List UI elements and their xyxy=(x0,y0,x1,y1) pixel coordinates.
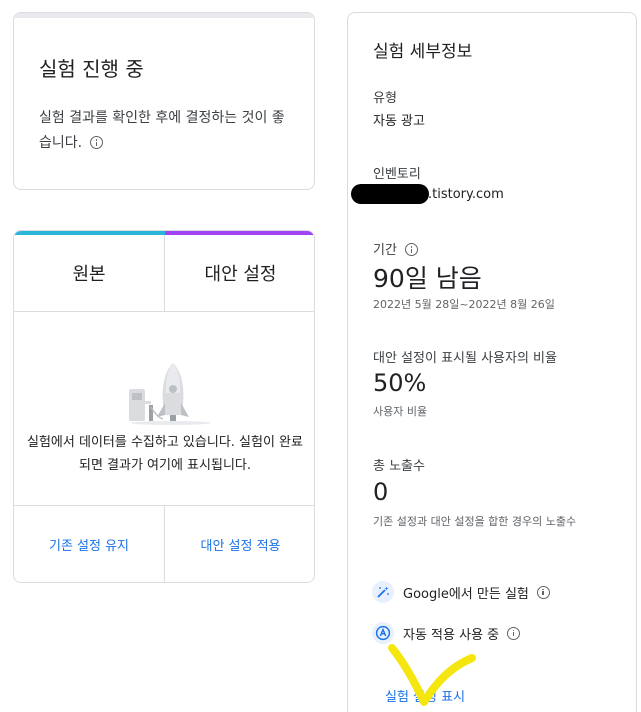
impressions-value: 0 xyxy=(373,478,389,506)
auto-apply-text: 자동 적용 사용 중 xyxy=(403,627,500,643)
ratio-label: 대안 설정이 표시될 사용자의 비율 xyxy=(373,351,557,366)
status-description: 실험 결과를 확인한 후에 결정하는 것이 좋습니다. xyxy=(39,106,289,156)
rocket-launch-illustration xyxy=(129,363,211,425)
collecting-data-message: 실험에서 데이터를 수집하고 있습니다. 실험이 완료되면 결과가 여기에 표시… xyxy=(27,435,303,473)
status-card-top-bar xyxy=(14,13,314,18)
apply-alternative-button[interactable]: 대안 설정 적용 xyxy=(165,506,314,582)
inventory-value: .tistory.com xyxy=(428,187,504,202)
experiment-details-card: 실험 세부정보 유형 자동 광고 인벤토리 .tistory.com 기간 90… xyxy=(347,12,637,712)
inventory-label: 인벤토리 xyxy=(373,167,421,182)
date-range: 2022년 5월 28일~2022년 8월 26일 xyxy=(373,298,555,311)
period-label: 기간 xyxy=(373,239,418,258)
ratio-value: 50% xyxy=(373,369,427,397)
auto-apply-icon xyxy=(372,622,394,644)
info-icon[interactable] xyxy=(90,136,104,149)
info-icon[interactable] xyxy=(404,243,418,256)
info-icon[interactable] xyxy=(507,626,521,640)
days-left: 90일 남음 xyxy=(373,259,482,295)
header-bottom-divider xyxy=(14,311,314,312)
days-left-unit: 일 남음 xyxy=(404,264,482,293)
type-value: 자동 광고 xyxy=(373,114,425,129)
days-left-number: 90 xyxy=(373,264,405,293)
status-description-text: 실험 결과를 확인한 후에 결정하는 것이 좋습니다. xyxy=(39,110,285,151)
header-divider xyxy=(164,235,165,311)
redaction-mark xyxy=(351,184,429,204)
impressions-label: 총 노출수 xyxy=(373,459,425,474)
auto-apply-row: 자동 적용 사용 중 xyxy=(372,622,521,644)
google-experiment-text: Google에서 만든 실험 xyxy=(403,586,529,602)
comparison-card: 원본 대안 설정 실험에서 데이터를 수집하고 있습니다. 실험이 완료되면 결… xyxy=(13,230,315,583)
ratio-subtext: 사용자 비율 xyxy=(373,405,428,418)
experiment-status-card: 실험 진행 중 실험 결과를 확인한 후에 결정하는 것이 좋습니다. xyxy=(13,12,315,190)
show-experiment-settings-link[interactable]: 실험 설정 표시 xyxy=(385,686,465,705)
details-title: 실험 세부정보 xyxy=(373,42,473,62)
status-title: 실험 진행 중 xyxy=(39,57,144,81)
type-label: 유형 xyxy=(373,91,397,106)
magic-wand-icon xyxy=(372,581,394,603)
google-experiment-row: Google에서 만든 실험 xyxy=(372,581,550,603)
alternative-column-header: 대안 설정 xyxy=(204,264,277,285)
period-label-text: 기간 xyxy=(373,243,397,258)
impressions-subtext: 기존 설정과 대안 설정을 합한 경우의 노출수 xyxy=(373,515,577,528)
keep-original-button[interactable]: 기존 설정 유지 xyxy=(14,506,164,582)
info-icon[interactable] xyxy=(536,585,550,599)
original-column-header: 원본 xyxy=(72,264,106,285)
